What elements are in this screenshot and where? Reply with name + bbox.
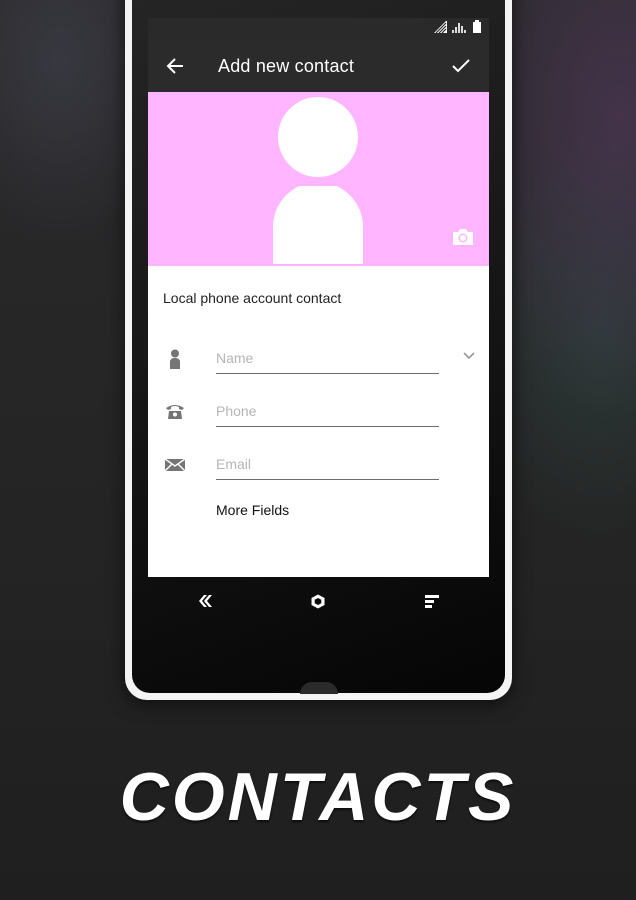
page-title: Add new contact <box>218 55 355 76</box>
home-icon <box>311 594 325 608</box>
contact-form: More Fields <box>148 343 489 532</box>
email-field-row <box>148 449 489 502</box>
navigation-bar <box>148 583 489 619</box>
status-bar <box>148 18 489 40</box>
app-toolbar: Add new contact <box>148 40 489 92</box>
contact-photo-area[interactable] <box>148 92 489 266</box>
phone-input[interactable] <box>216 396 439 427</box>
phone-screen: Add new contact Local phone account cont… <box>148 18 489 577</box>
name-field-row <box>148 343 489 396</box>
nav-home-button[interactable] <box>298 583 338 619</box>
signal-icon <box>452 20 468 38</box>
save-button[interactable] <box>441 40 481 92</box>
email-input[interactable] <box>216 449 439 480</box>
nav-back-button[interactable] <box>185 583 225 619</box>
name-input[interactable] <box>216 343 439 374</box>
promo-headline: CONTACTS <box>119 759 517 835</box>
nav-recents-button[interactable] <box>412 583 452 619</box>
person-icon <box>170 349 180 369</box>
back-icon <box>198 595 212 607</box>
back-button[interactable] <box>149 40 201 92</box>
battery-icon <box>473 20 481 38</box>
phone-speaker <box>300 682 338 694</box>
phone-icon <box>166 405 184 419</box>
more-fields-button[interactable]: More Fields <box>216 502 289 518</box>
chevron-down-icon <box>463 352 475 360</box>
recents-icon <box>425 594 440 608</box>
camera-button[interactable] <box>453 229 473 250</box>
no-data-icon <box>434 20 447 38</box>
camera-icon <box>453 229 473 245</box>
expand-name-button[interactable] <box>463 347 475 365</box>
account-label: Local phone account contact <box>163 290 342 306</box>
check-icon <box>452 59 470 73</box>
arrow-left-icon <box>166 58 183 74</box>
email-icon <box>165 458 185 472</box>
phone-field-row <box>148 396 489 449</box>
